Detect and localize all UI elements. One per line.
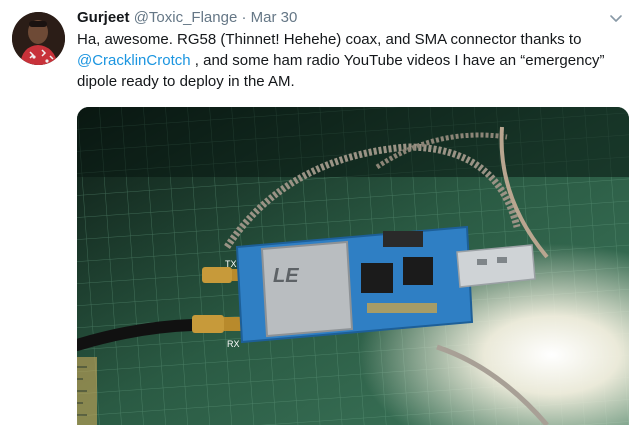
tweet-date[interactable]: Mar 30 bbox=[251, 9, 298, 26]
avatar[interactable] bbox=[12, 12, 65, 65]
tx-label: TX bbox=[225, 259, 237, 269]
tweet-text-part1: Ha, awesome. RG58 (Thinnet! Hehehe) coax… bbox=[77, 31, 582, 48]
chevron-down-icon[interactable] bbox=[608, 11, 624, 27]
tweet-text: Ha, awesome. RG58 (Thinnet! Hehehe) coax… bbox=[77, 29, 617, 92]
svg-text:LE: LE bbox=[273, 265, 299, 287]
tweet: Gurjeet @Toxic_Flange · Mar 30 Ha, aweso… bbox=[0, 0, 632, 425]
user-handle[interactable]: @Toxic_Flange bbox=[134, 9, 238, 26]
display-name[interactable]: Gurjeet bbox=[77, 9, 130, 26]
separator-dot: · bbox=[241, 9, 247, 26]
tweet-photo[interactable]: LE TX RX bbox=[77, 107, 629, 425]
rx-label: RX bbox=[227, 339, 240, 349]
tweet-header: Gurjeet @Toxic_Flange · Mar 30 bbox=[77, 8, 297, 28]
mention-link[interactable]: @CracklinCrotch bbox=[77, 52, 191, 69]
